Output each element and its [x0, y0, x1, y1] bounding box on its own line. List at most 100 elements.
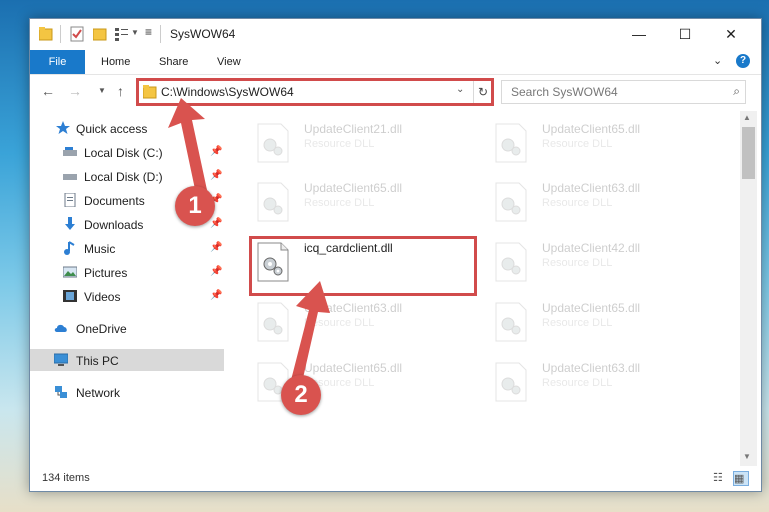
file-name: UpdateClient63.dll: [542, 181, 641, 195]
file-name: UpdateClient63.dll: [304, 301, 403, 315]
chevron-down-icon[interactable]: ▼: [131, 28, 139, 37]
properties-icon[interactable]: [70, 26, 84, 42]
title-bar: ▼ ≡ SysWOW64 — ☐ ✕: [30, 19, 761, 50]
network-icon: [55, 386, 67, 398]
file-name: UpdateClient65.dll: [304, 181, 403, 195]
pin-icon[interactable]: 📌: [210, 170, 222, 181]
scrollbar-thumb[interactable]: [742, 127, 755, 179]
help-button[interactable]: ?: [736, 54, 750, 68]
search-input[interactable]: Search SysWOW64: [511, 85, 618, 99]
pin-icon[interactable]: 📌: [210, 242, 222, 253]
address-highlight-box: [136, 78, 494, 106]
pc-icon: [54, 353, 68, 366]
file-item[interactable]: UpdateClient21.dll Resource DLL: [254, 118, 484, 174]
sidebar-item-label: Documents: [84, 194, 145, 208]
ribbon: File Home Share View ⌄ ?: [30, 50, 761, 75]
file-type: Resource DLL: [542, 317, 613, 329]
sidebar-item-videos[interactable]: Videos 📌: [30, 285, 224, 307]
dll-file-icon: [257, 302, 289, 342]
tab-share[interactable]: Share: [159, 50, 188, 74]
file-name: UpdateClient65.dll: [542, 122, 641, 136]
new-folder-icon[interactable]: [93, 26, 107, 42]
sidebar-item-network[interactable]: Network: [30, 381, 224, 403]
separator: [60, 25, 61, 43]
file-item[interactable]: UpdateClient63.dll Resource DLL: [254, 297, 484, 353]
item-count: 134 items: [42, 472, 90, 484]
file-item[interactable]: UpdateClient63.dll Resource DLL: [492, 357, 722, 413]
file-name: UpdateClient65.dll: [542, 301, 641, 315]
details-view-icon[interactable]: ☷: [713, 471, 727, 484]
file-item[interactable]: UpdateClient65.dll Resource DLL: [492, 118, 722, 174]
expand-ribbon-icon[interactable]: ⌄: [713, 54, 722, 67]
scroll-down-icon[interactable]: ▼: [743, 452, 751, 461]
pin-icon[interactable]: 📌: [210, 146, 222, 157]
sidebar-item-onedrive[interactable]: OneDrive: [30, 317, 224, 339]
file-type: Resource DLL: [542, 197, 613, 209]
sidebar-item-label: Music: [84, 242, 116, 256]
sidebar-item-label: Downloads: [84, 218, 144, 232]
customize-toolbar-icon[interactable]: ≡: [145, 25, 152, 39]
tab-file[interactable]: File: [30, 50, 85, 74]
back-button[interactable]: ←: [41, 83, 55, 99]
sidebar-item-label: Local Disk (C:): [84, 146, 163, 160]
file-name: UpdateClient63.dll: [542, 361, 641, 375]
sidebar-item-pictures[interactable]: Pictures 📌: [30, 261, 224, 283]
file-type: Resource DLL: [542, 138, 613, 150]
music-icon: [64, 241, 75, 255]
sidebar-item-label: Local Disk (D:): [84, 170, 163, 184]
dll-file-icon: [495, 362, 527, 402]
drive-icon: [63, 147, 77, 156]
sidebar-item-label: Pictures: [84, 266, 128, 280]
sidebar-item-local-disk-c[interactable]: Local Disk (C:) 📌: [30, 141, 224, 163]
minimize-button[interactable]: —: [616, 19, 662, 50]
file-type: Resource DLL: [304, 317, 375, 329]
pin-icon[interactable]: 📌: [210, 266, 222, 277]
sidebar-item-quick-access[interactable]: Quick access: [30, 117, 224, 139]
dll-file-icon: [495, 302, 527, 342]
vertical-scrollbar[interactable]: ▲ ▼: [740, 111, 757, 466]
file-item[interactable]: UpdateClient65.dll Resource DLL: [254, 177, 484, 233]
dll-file-icon: [257, 182, 289, 222]
sidebar-item-label: Quick access: [76, 122, 148, 136]
pin-icon[interactable]: 📌: [210, 290, 222, 301]
search-box[interactable]: Search SysWOW64 ⌕: [501, 80, 746, 104]
explorer-window: ▼ ≡ SysWOW64 — ☐ ✕ File Home Share View …: [29, 18, 762, 492]
close-button[interactable]: ✕: [708, 19, 754, 50]
sidebar-item-this-pc[interactable]: This PC: [30, 349, 224, 371]
forward-button[interactable]: →: [68, 83, 82, 99]
tab-home[interactable]: Home: [101, 50, 130, 74]
sidebar-item-label: Network: [76, 386, 121, 400]
large-icons-view-icon[interactable]: ▦: [733, 471, 749, 486]
pin-icon[interactable]: 📌: [210, 218, 222, 229]
file-type: Resource DLL: [304, 138, 375, 150]
file-type: Resource DLL: [542, 377, 613, 389]
file-highlight-box: [249, 236, 477, 296]
sidebar-item-local-disk-d[interactable]: Local Disk (D:) 📌: [30, 165, 224, 187]
download-icon: [65, 217, 75, 230]
view-toggle-icon[interactable]: [114, 26, 130, 42]
status-bar: 134 items ☷ ▦: [30, 467, 761, 490]
dll-file-icon: [495, 123, 527, 163]
maximize-button[interactable]: ☐: [662, 19, 708, 50]
search-icon[interactable]: ⌕: [733, 84, 740, 99]
file-item[interactable]: UpdateClient65.dll Resource DLL: [492, 297, 722, 353]
file-name: UpdateClient65.dll: [304, 361, 403, 375]
step-2-badge: 2: [281, 375, 321, 415]
dll-file-icon: [495, 242, 527, 282]
scroll-up-icon[interactable]: ▲: [743, 113, 751, 122]
recent-locations-icon[interactable]: ▼: [98, 86, 106, 95]
up-button[interactable]: ↑: [117, 83, 124, 99]
documents-icon: [64, 193, 76, 207]
file-name: UpdateClient21.dll: [304, 122, 403, 136]
sidebar-item-label: OneDrive: [76, 322, 127, 336]
dll-file-icon: [257, 123, 289, 163]
file-item[interactable]: UpdateClient63.dll Resource DLL: [492, 177, 722, 233]
sidebar-item-music[interactable]: Music 📌: [30, 237, 224, 259]
tab-view[interactable]: View: [217, 50, 241, 74]
file-name: UpdateClient42.dll: [542, 241, 641, 255]
pictures-icon: [63, 266, 77, 278]
star-icon: [56, 121, 70, 134]
file-item[interactable]: UpdateClient42.dll Resource DLL: [492, 237, 722, 293]
step-1-badge: 1: [175, 186, 215, 226]
file-type: Resource DLL: [542, 257, 613, 269]
